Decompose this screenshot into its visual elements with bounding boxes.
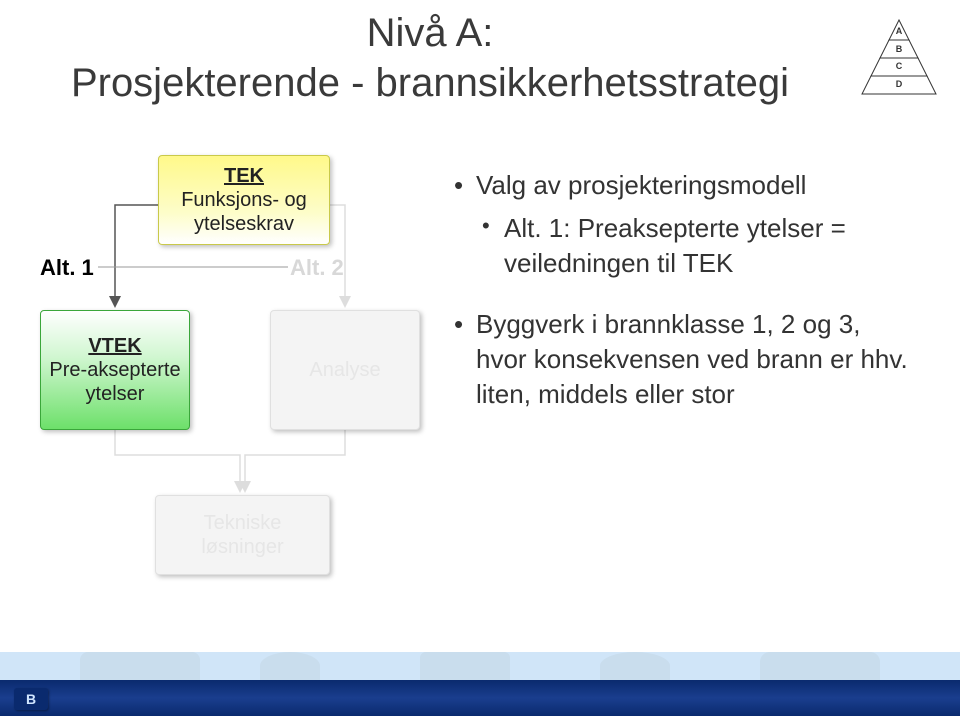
flow-diagram: TEK Funksjons- og ytelseskrav Alt. 1 Alt… <box>40 155 440 595</box>
bullet-1: Valg av prosjekteringsmodell <box>448 168 918 203</box>
footer-shape <box>260 652 320 680</box>
footer-strip <box>0 680 960 716</box>
box-vtek: VTEK Pre-aksepterte ytelser <box>40 310 190 430</box>
title-line-1: Nivå A: <box>0 8 860 58</box>
box-analyse: Analyse <box>270 310 420 430</box>
pyramid-label-a: A <box>860 26 938 36</box>
pyramid-label-c: C <box>860 61 938 71</box>
footer-shape <box>80 652 200 680</box>
tek-subtitle: Funksjons- og ytelseskrav <box>165 188 323 236</box>
footer-shape <box>600 652 670 680</box>
analyse-label: Analyse <box>309 358 380 382</box>
pyramid-label-b: B <box>860 44 938 54</box>
bullet-list: Valg av prosjekteringsmodell Alt. 1: Pre… <box>448 168 918 421</box>
slide: Nivå A: Prosjekterende - brannsikkerhets… <box>0 0 960 716</box>
footer-bar: B <box>0 652 960 716</box>
footer-shape <box>420 652 510 680</box>
pyramid-legend: A B C D <box>860 18 938 98</box>
footer-shape <box>760 652 880 680</box>
tek-title: TEK <box>224 164 264 188</box>
title-line-2: Prosjekterende - brannsikkerhetsstrategi <box>0 58 860 108</box>
bullet-2: Byggverk i brannklasse 1, 2 og 3, hvor k… <box>448 307 918 412</box>
bullet-1a: Alt. 1: Preaksepterte ytelser = veiledni… <box>448 211 918 281</box>
vtek-title: VTEK <box>88 334 141 358</box>
slide-title: Nivå A: Prosjekterende - brannsikkerhets… <box>0 8 860 108</box>
alt1-label: Alt. 1 <box>40 255 94 281</box>
footer-logo: B <box>14 688 48 710</box>
alt2-label: Alt. 2 <box>290 255 344 281</box>
teknisk-label: Tekniske løsninger <box>162 511 323 559</box>
box-teknisk: Tekniske løsninger <box>155 495 330 575</box>
box-tek: TEK Funksjons- og ytelseskrav <box>158 155 330 245</box>
pyramid-label-d: D <box>860 79 938 89</box>
vtek-subtitle: Pre-aksepterte ytelser <box>47 358 183 406</box>
